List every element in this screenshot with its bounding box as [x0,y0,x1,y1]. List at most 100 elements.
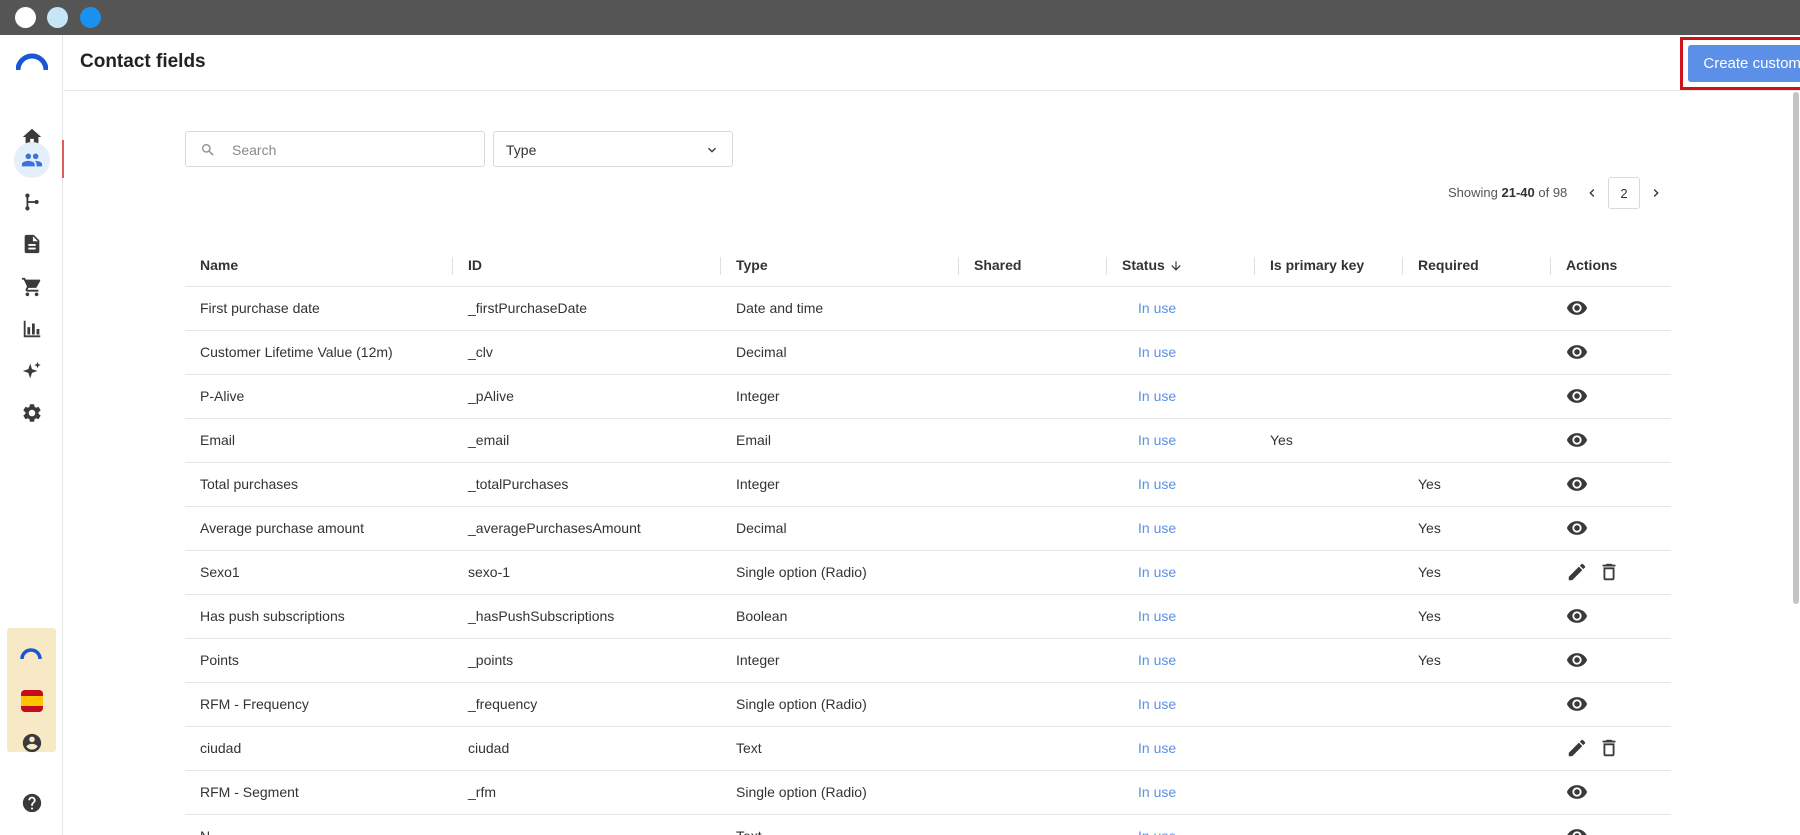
column-header-name[interactable]: Name [185,245,453,287]
pagination-prefix: Showing [1448,185,1498,200]
status-link[interactable]: In use [1107,726,1255,771]
view-icon[interactable] [1566,341,1588,363]
field-type-cell: Email [721,418,959,463]
field-name-cell: RFM - Frequency [185,682,453,727]
table-row[interactable]: RFM - Frequency _frequency Single option (… [185,682,1671,727]
search-box[interactable] [185,131,485,167]
view-icon[interactable] [1566,385,1588,407]
primary-key-cell [1255,506,1403,551]
sidebar [0,35,64,835]
delete-icon[interactable] [1598,561,1620,583]
view-icon[interactable] [1566,605,1588,627]
status-link[interactable]: In use [1107,770,1255,815]
status-link[interactable]: In use [1107,550,1255,595]
column-header-id[interactable]: ID [453,245,721,287]
contacts-icon[interactable] [14,142,50,178]
templates-icon[interactable] [14,226,50,262]
table-row[interactable]: ciudad ciudad Text In use [185,726,1671,771]
column-header-shared[interactable]: Shared [959,245,1107,287]
analytics-icon[interactable] [14,311,50,347]
view-icon[interactable] [1566,297,1588,319]
field-type-cell: Boolean [721,594,959,639]
table-row[interactable]: RFM - Segment _rfm Single option (Radio) In… [185,770,1671,815]
table-row[interactable]: First purchase date _firstPurchaseDate Dat… [185,286,1671,331]
pagination-total: of 98 [1538,185,1568,200]
status-link[interactable]: In use [1107,506,1255,551]
status-link[interactable]: In use [1107,814,1255,835]
ecommerce-icon[interactable] [14,269,50,305]
view-icon[interactable] [1566,825,1588,835]
required-cell [1403,726,1551,771]
view-icon[interactable] [1566,649,1588,671]
required-cell [1403,770,1551,815]
shared-cell [959,506,1107,551]
field-id-cell [453,814,721,835]
shared-cell [959,418,1107,463]
column-header-type[interactable]: Type [721,245,959,287]
status-link[interactable]: In use [1107,462,1255,507]
search-input[interactable] [232,139,472,161]
actions-cell [1551,594,1671,639]
column-header-label: Required [1418,257,1479,274]
view-icon[interactable] [1566,429,1588,451]
field-type-cell: Single option (Radio) [721,682,959,727]
view-icon[interactable] [1566,693,1588,715]
table-row[interactable]: Total purchases _totalPurchases Integer In … [185,462,1671,507]
table-row[interactable]: Points _points Integer In use Yes [185,638,1671,683]
column-header-required[interactable]: Required [1403,245,1551,287]
required-cell [1403,374,1551,419]
field-id-cell: _averagePurchasesAmount [453,506,721,551]
table-row[interactable]: Sexo1 sexo-1 Single option (Radio) In use Ye… [185,550,1671,595]
status-link[interactable]: In use [1107,638,1255,683]
window-minimize-button[interactable] [47,7,68,28]
page-header: Contact fields Create custom field [64,35,1800,91]
flows-icon[interactable] [14,184,50,220]
table-header-row: Name ID Type Shared Status Is primary ke… [185,245,1671,287]
scrollbar-thumb[interactable] [1793,92,1799,604]
table-row[interactable]: N... Text In use [185,814,1671,835]
column-header-status[interactable]: Status [1107,245,1255,287]
status-link[interactable]: In use [1107,418,1255,463]
table-row[interactable]: Has push subscriptions _hasPushSubscripti… [185,594,1671,639]
sort-descending-icon[interactable] [1169,259,1183,273]
primary-key-cell [1255,374,1403,419]
status-link[interactable]: In use [1107,374,1255,419]
settings-icon[interactable] [14,395,50,431]
column-header-primary-key[interactable]: Is primary key [1255,245,1403,287]
edit-icon[interactable] [1566,737,1588,759]
pagination-range: 21-40 [1501,185,1535,200]
previous-page-button[interactable] [1581,182,1603,204]
window-maximize-button[interactable] [80,7,101,28]
field-type-cell: Integer [721,638,959,683]
shared-cell [959,462,1107,507]
spain-flag-icon[interactable] [21,690,43,712]
field-id-cell: _hasPushSubscriptions [453,594,721,639]
status-link[interactable]: In use [1107,286,1255,331]
edit-icon[interactable] [1566,561,1588,583]
status-link[interactable]: In use [1107,594,1255,639]
create-custom-field-button[interactable]: Create custom field [1688,45,1800,82]
status-link[interactable]: In use [1107,682,1255,727]
view-icon[interactable] [1566,781,1588,803]
help-icon[interactable] [14,785,50,821]
pagination-summary: Showing 21-40 of 98 [1448,185,1567,200]
type-filter-select[interactable]: Type [493,131,733,167]
table-row[interactable]: P-Alive _pAlive Integer In use [185,374,1671,419]
status-link[interactable]: In use [1107,330,1255,375]
view-icon[interactable] [1566,473,1588,495]
app-logo-icon[interactable] [16,53,48,71]
shared-cell [959,638,1107,683]
user-account-icon[interactable] [14,725,50,761]
window-close-button[interactable] [15,7,36,28]
table-row[interactable]: Customer Lifetime Value (12m) _clv Decimal… [185,330,1671,375]
table-row[interactable]: Email _email Email In use Yes [185,418,1671,463]
field-name-cell: Sexo1 [185,550,453,595]
current-page-input[interactable]: 2 [1608,177,1640,209]
next-page-button[interactable] [1645,182,1667,204]
view-icon[interactable] [1566,517,1588,539]
field-type-cell: Integer [721,462,959,507]
ai-sparkle-icon[interactable] [14,353,50,389]
delete-icon[interactable] [1598,737,1620,759]
table-row[interactable]: Average purchase amount _averagePurchases… [185,506,1671,551]
shared-cell [959,726,1107,771]
